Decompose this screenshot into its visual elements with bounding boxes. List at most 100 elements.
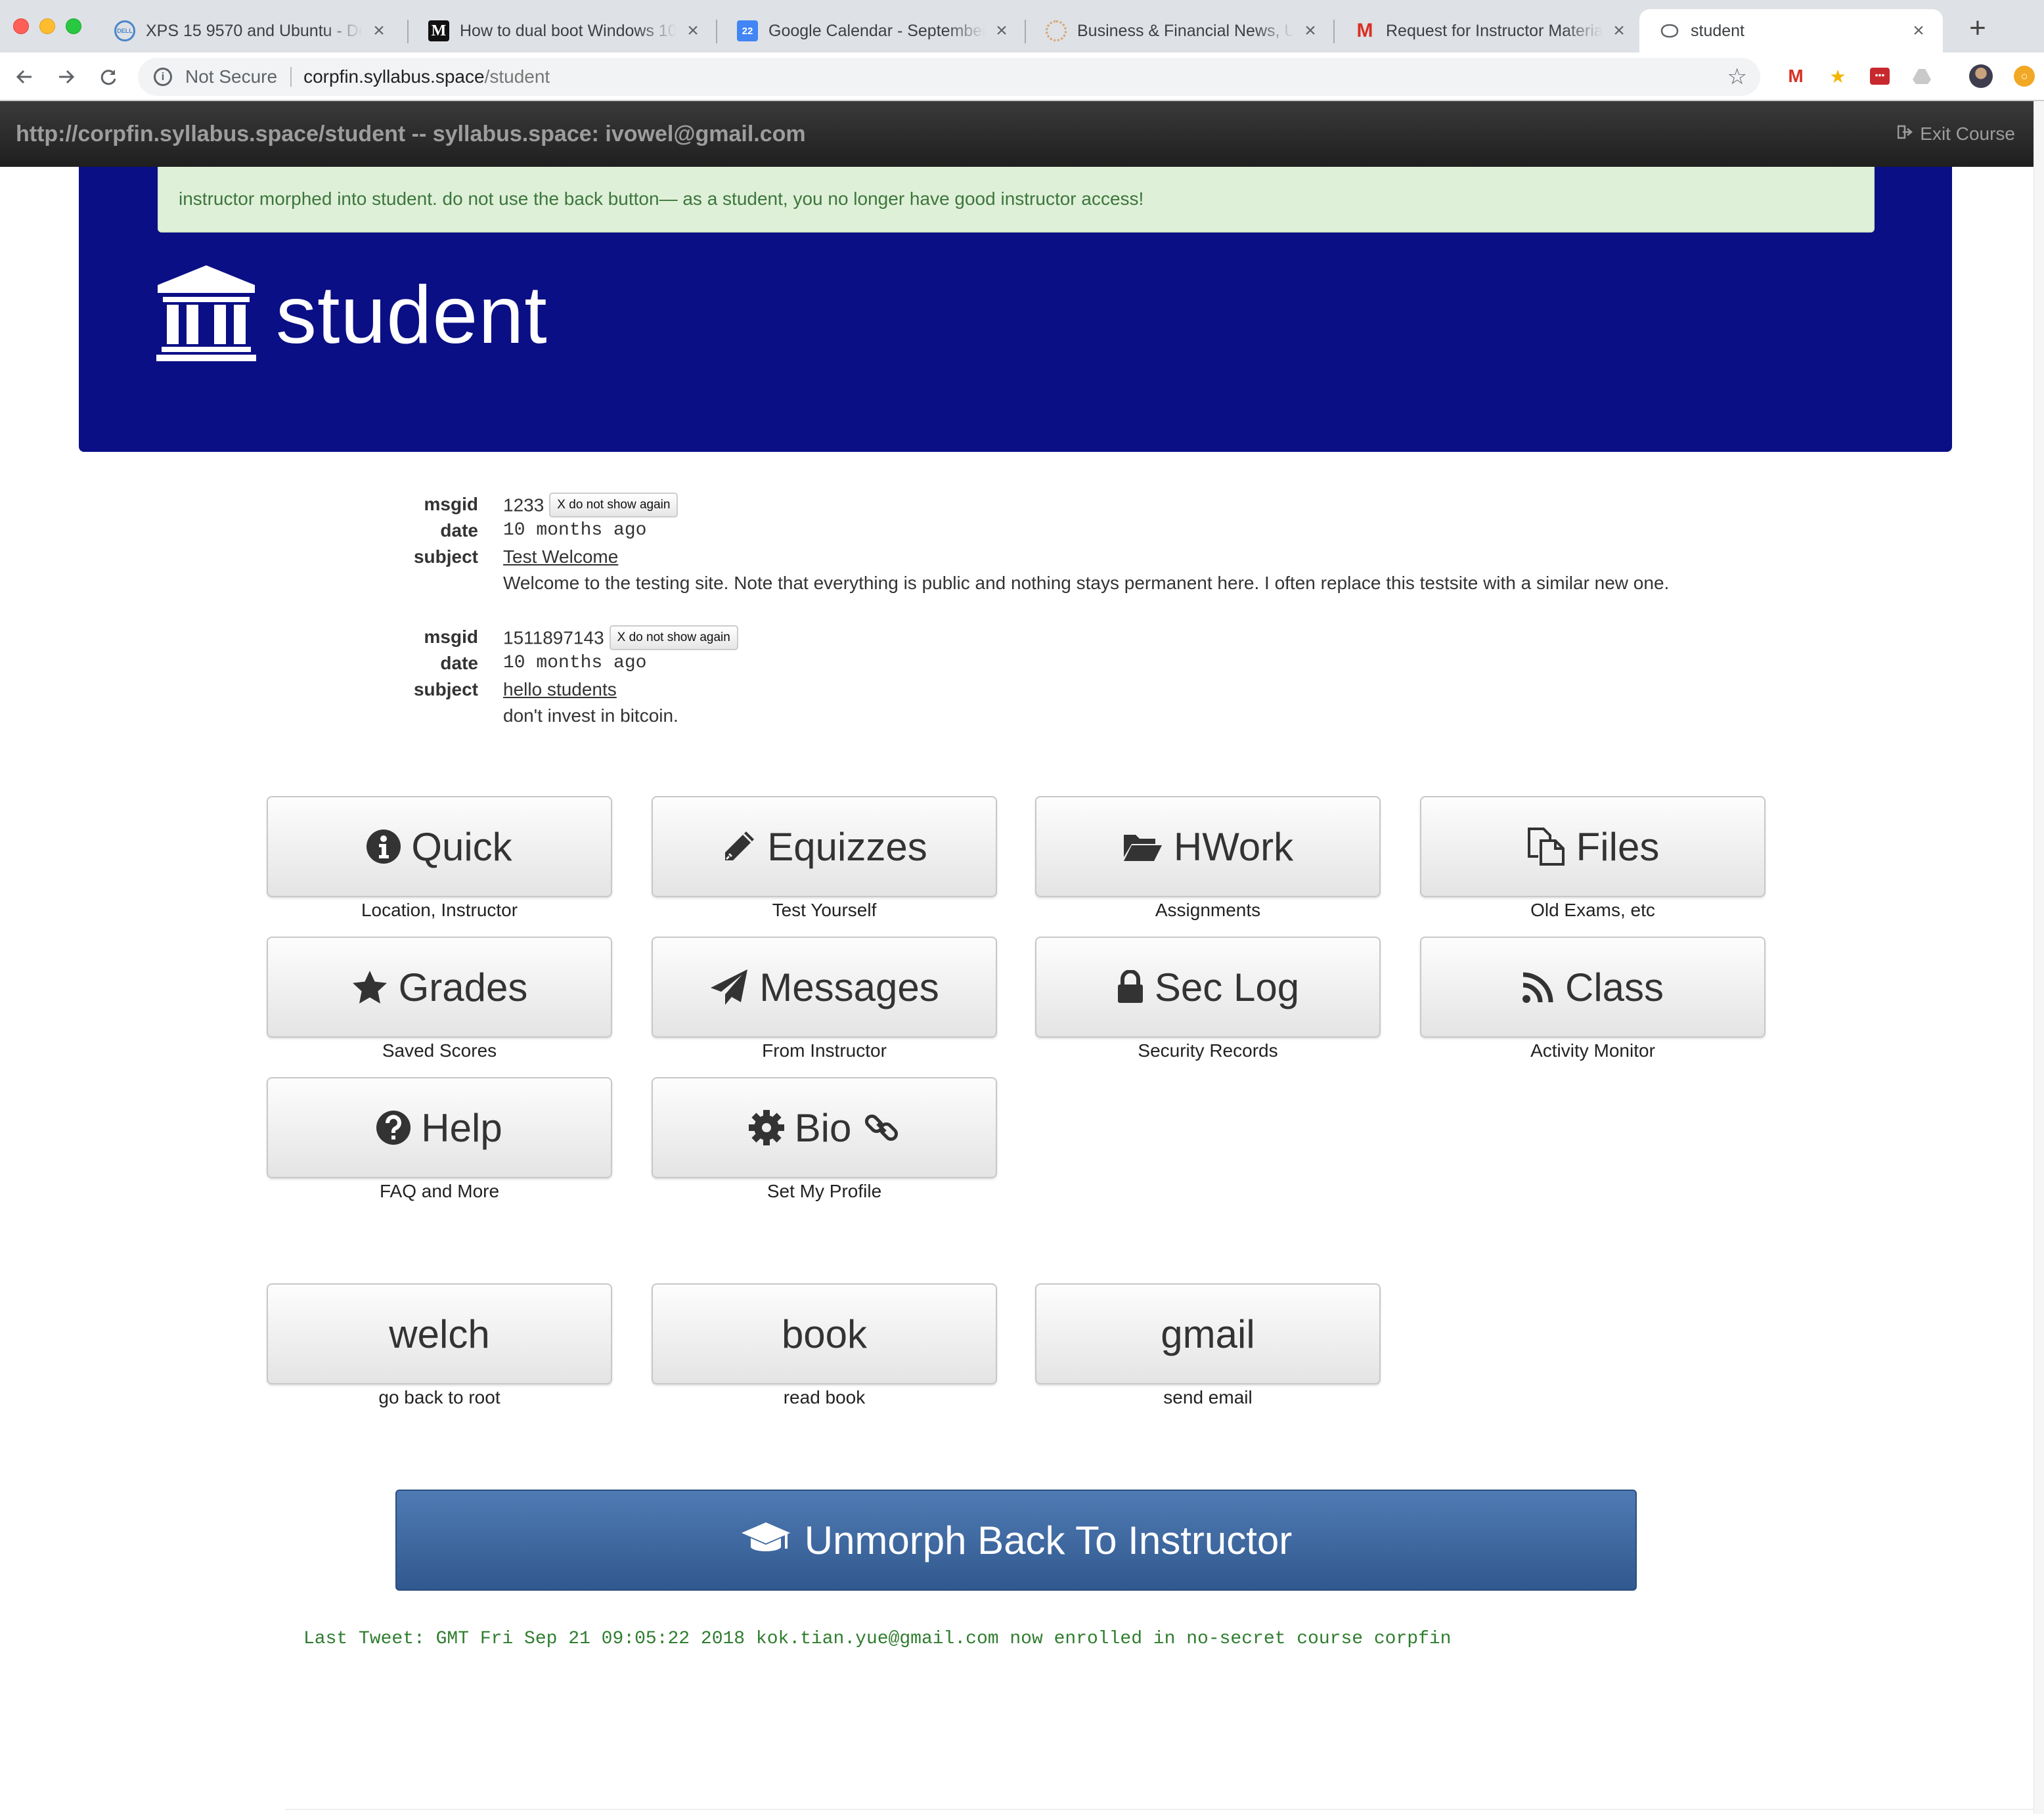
- info-circle-icon: [367, 830, 401, 864]
- welch-button[interactable]: welch: [267, 1283, 612, 1384]
- send-icon: [709, 968, 749, 1006]
- tile-caption: Assignments: [1155, 900, 1261, 920]
- lastpass-extension-icon[interactable]: •••: [1868, 64, 1892, 88]
- grades-button[interactable]: Grades: [267, 937, 612, 1038]
- reload-button[interactable]: [93, 62, 123, 92]
- medium-icon: M: [428, 20, 449, 41]
- browser-tab[interactable]: DELL XPS 15 9570 and Ubuntu - Dell Commu…: [95, 9, 403, 53]
- close-tab-icon[interactable]: ×: [369, 20, 389, 42]
- equizzes-button[interactable]: Equizzes: [652, 796, 997, 897]
- forward-button[interactable]: [51, 62, 81, 92]
- dismiss-message-button[interactable]: X do not show again: [549, 493, 678, 518]
- lock-icon: [1117, 970, 1144, 1004]
- close-tab-icon[interactable]: ×: [1909, 20, 1928, 42]
- class-button[interactable]: Class: [1420, 937, 1766, 1038]
- book-button[interactable]: book: [652, 1283, 997, 1384]
- date-value: 10 months ago: [503, 653, 647, 673]
- drive-extension-icon[interactable]: [1910, 64, 1934, 88]
- messages-button[interactable]: Messages: [652, 937, 997, 1038]
- exit-course-label: Exit Course: [1920, 123, 2015, 144]
- app-navbar: http://corpfin.syllabus.space/student --…: [0, 101, 2033, 167]
- reload-icon: [100, 70, 116, 85]
- page-header: instructor morphed into student. do not …: [79, 167, 1952, 452]
- close-tab-icon[interactable]: ×: [1300, 20, 1320, 42]
- browser-tab[interactable]: 22 Google Calendar - September 2018 ×: [717, 9, 1026, 53]
- quick-button[interactable]: Quick: [267, 796, 612, 897]
- tile-caption: Saved Scores: [382, 1040, 497, 1061]
- navbar-brand[interactable]: http://corpfin.syllabus.space/student --…: [16, 122, 806, 147]
- subject-link[interactable]: Test Welcome: [503, 546, 618, 567]
- files-button[interactable]: Files: [1420, 796, 1766, 897]
- rss-icon: [1522, 971, 1555, 1004]
- tile-caption: Security Records: [1138, 1040, 1278, 1061]
- footer-divider: [285, 1809, 2033, 1810]
- close-tab-icon[interactable]: ×: [1609, 20, 1629, 42]
- date-label: date: [440, 653, 478, 673]
- security-indicator[interactable]: Not Secure: [185, 66, 277, 87]
- folder-open-icon: [1122, 831, 1163, 862]
- dismiss-message-button[interactable]: X do not show again: [609, 625, 738, 650]
- tab-title: How to dual boot Windows 10 and Linux: [460, 21, 677, 40]
- arrow-left-icon: [16, 70, 32, 84]
- link-icon: [863, 1109, 900, 1146]
- zoom-window-button[interactable]: [66, 18, 81, 34]
- tile-label: HWork: [1173, 824, 1294, 869]
- avatar[interactable]: [1969, 64, 1993, 88]
- tile-label: Sec Log: [1154, 965, 1300, 1009]
- dell-icon: DELL: [114, 20, 135, 41]
- bookmark-extension-icon[interactable]: ★: [1826, 64, 1850, 88]
- page-scrollbar[interactable]: [2033, 101, 2044, 1814]
- tile-caption: From Instructor: [762, 1040, 887, 1061]
- close-window-button[interactable]: [13, 18, 29, 34]
- tile-caption: Test Yourself: [772, 900, 877, 920]
- sec-log-button[interactable]: Sec Log: [1035, 937, 1381, 1038]
- tile-label: book: [781, 1312, 868, 1356]
- extension-badge-icon[interactable]: ○: [2012, 64, 2036, 88]
- close-tab-icon[interactable]: ×: [992, 20, 1011, 42]
- date-label: date: [440, 520, 478, 541]
- tab-title: XPS 15 9570 and Ubuntu - Dell Community: [146, 21, 363, 40]
- back-button[interactable]: [9, 62, 39, 92]
- info-icon[interactable]: i: [154, 68, 172, 86]
- browser-tab[interactable]: M How to dual boot Windows 10 and Linux …: [409, 9, 717, 53]
- url-path: /student: [484, 66, 550, 87]
- institution-icon: [156, 265, 256, 365]
- tile-caption: Activity Monitor: [1530, 1040, 1655, 1061]
- close-tab-icon[interactable]: ×: [683, 20, 703, 42]
- url-host: corpfin.syllabus.space: [303, 66, 485, 87]
- bookmark-star-icon[interactable]: ☆: [1727, 64, 1747, 90]
- files-icon: [1526, 828, 1566, 866]
- wsj-icon: [1046, 20, 1067, 41]
- msgid-value: 1511897143: [503, 627, 604, 648]
- gmail-extension-icon[interactable]: M: [1784, 64, 1808, 88]
- browser-tab-active[interactable]: student ×: [1639, 9, 1943, 53]
- exit-course-link[interactable]: Exit Course: [1898, 123, 2015, 144]
- bio-button[interactable]: Bio: [652, 1077, 997, 1178]
- unmorph-label: Unmorph Back To Instructor: [804, 1518, 1293, 1562]
- gmail-button[interactable]: gmail: [1035, 1283, 1381, 1384]
- tile-caption: Set My Profile: [766, 1181, 882, 1201]
- subject-link[interactable]: hello students: [503, 679, 617, 700]
- tile-label: Files: [1576, 824, 1660, 869]
- arrow-right-icon: [59, 70, 75, 84]
- browser-tab[interactable]: Business & Financial News, U.S. & Intern…: [1026, 9, 1335, 53]
- help-button[interactable]: Help: [267, 1077, 612, 1178]
- msgid-value: 1233: [503, 495, 544, 516]
- tile-label: Bio: [794, 1105, 852, 1150]
- tab-title: Request for Instructor Materials: [1386, 21, 1603, 40]
- browser-tab-strip: DELL XPS 15 9570 and Ubuntu - Dell Commu…: [0, 0, 2044, 53]
- unmorph-button[interactable]: Unmorph Back To Instructor: [395, 1490, 1637, 1591]
- browser-tab[interactable]: M Request for Instructor Materials ×: [1335, 9, 1643, 53]
- tile-caption: send email: [1163, 1387, 1253, 1407]
- tile-caption: FAQ and More: [379, 1181, 500, 1201]
- new-tab-button[interactable]: +: [1961, 12, 1994, 45]
- gmail-icon: M: [1356, 20, 1373, 41]
- subject-label: subject: [413, 546, 478, 567]
- last-tweet: Last Tweet: GMT Fri Sep 21 09:05:22 2018…: [303, 1629, 1452, 1649]
- date-value: 10 months ago: [503, 520, 647, 541]
- alert-text: instructor morphed into student. do not …: [179, 188, 1144, 209]
- minimize-window-button[interactable]: [39, 18, 55, 34]
- msgid-label: msgid: [424, 494, 478, 514]
- address-bar[interactable]: i Not Secure corpfin.syllabus.space/stud…: [138, 58, 1760, 96]
- hwork-button[interactable]: HWork: [1035, 796, 1381, 897]
